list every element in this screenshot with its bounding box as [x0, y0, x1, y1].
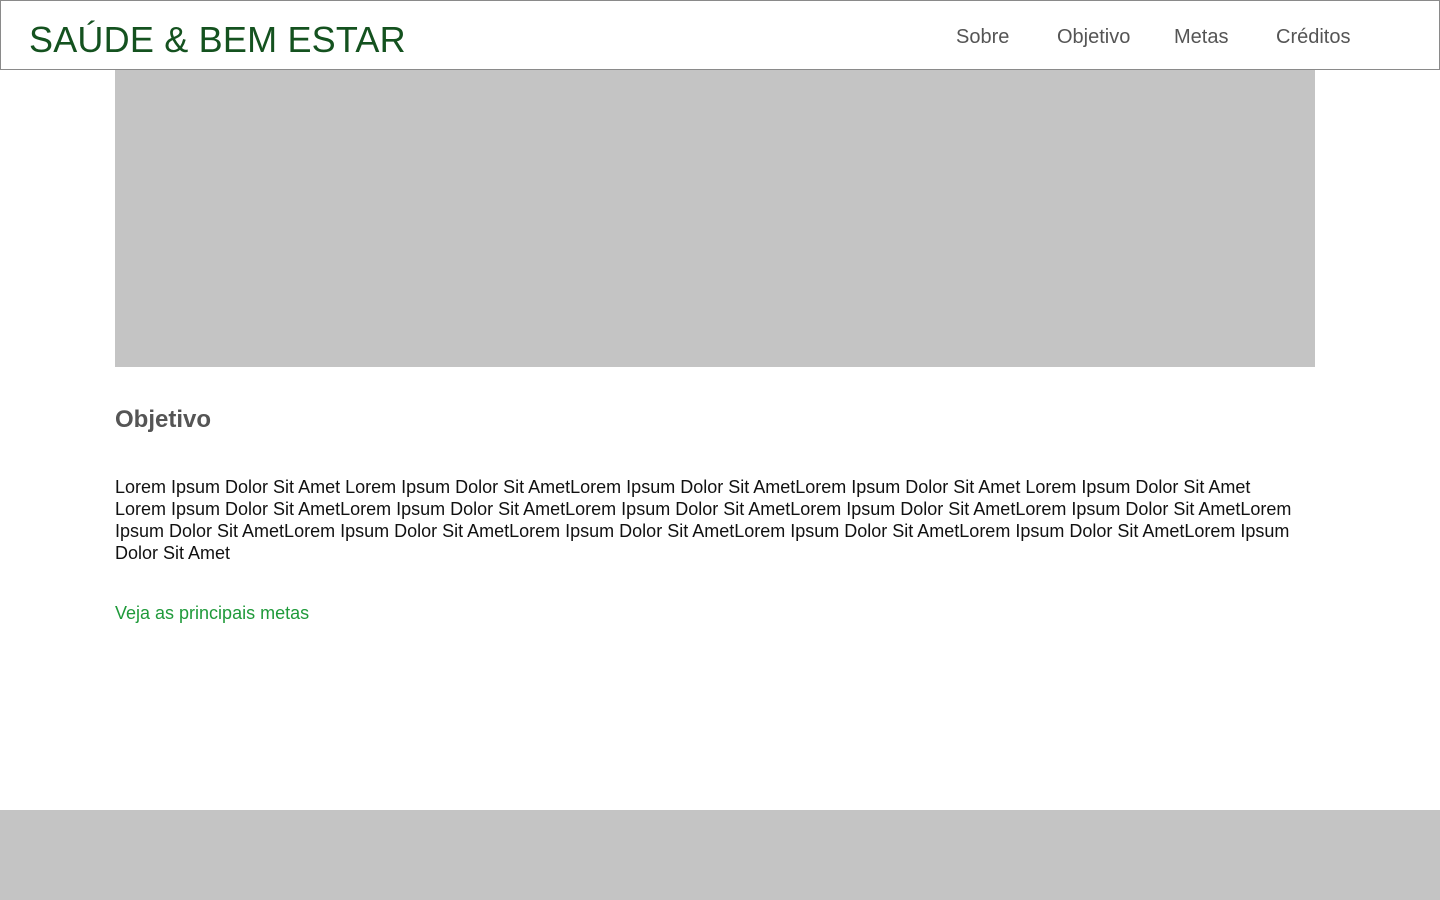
- section-body-text: Lorem Ipsum Dolor Sit Amet Lorem Ipsum D…: [115, 477, 1292, 563]
- hero-image-placeholder: [115, 70, 1315, 367]
- metas-link[interactable]: Veja as principais metas: [115, 601, 309, 625]
- section-title: Objetivo: [115, 406, 212, 433]
- nav-link-objetivo[interactable]: Objetivo: [1057, 24, 1130, 50]
- site-brand[interactable]: SAÚDE & BEM ESTAR: [29, 18, 406, 62]
- page-footer: [0, 810, 1440, 900]
- nav-link-sobre[interactable]: Sobre: [956, 24, 1009, 50]
- nav-link-creditos[interactable]: Créditos: [1276, 24, 1350, 50]
- top-navbar: SAÚDE & BEM ESTAR Sobre Objetivo Metas C…: [0, 0, 1440, 70]
- page: SAÚDE & BEM ESTAR Sobre Objetivo Metas C…: [0, 0, 1440, 900]
- nav-link-metas[interactable]: Metas: [1174, 24, 1228, 50]
